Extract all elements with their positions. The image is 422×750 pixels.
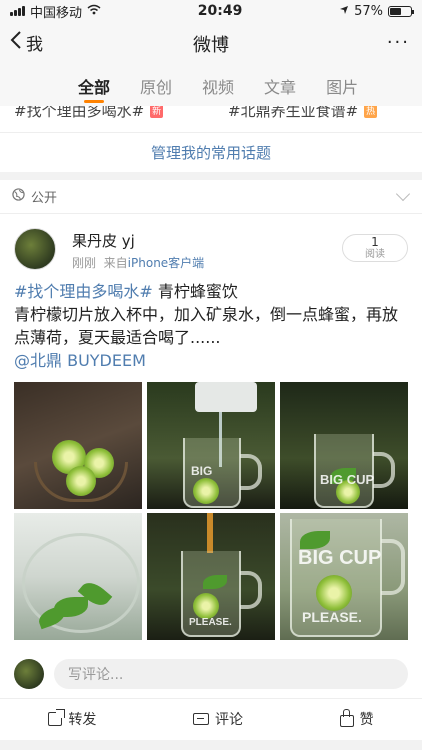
more-button[interactable]: ··· bbox=[387, 32, 410, 53]
location-icon bbox=[339, 4, 349, 19]
tab-video[interactable]: 视频 bbox=[202, 66, 234, 106]
topic-chip-label: #找个理由多喝水# bbox=[14, 106, 145, 120]
post-time: 刚刚 bbox=[72, 256, 97, 270]
tab-images[interactable]: 图片 bbox=[326, 66, 358, 106]
post-body: 青柠檬切片放入杯中，加入矿泉水，倒一点蜂蜜，再放点薄荷，夏天最适合喝了.....… bbox=[14, 305, 399, 347]
topic-strip: #找个理由多喝水# 新 #北鼎养生业食谱# 热 bbox=[0, 106, 422, 132]
action-bar: 转发 评论 赞 bbox=[0, 698, 422, 738]
nav-bar: 我 微博 ··· bbox=[0, 22, 422, 66]
status-bar: 中国移动 20:49 57% bbox=[0, 0, 422, 22]
page-title: 微博 bbox=[193, 35, 229, 56]
photo-honey-drizzle[interactable]: PLEASE. bbox=[147, 513, 275, 640]
carrier-label: 中国移动 bbox=[30, 5, 83, 21]
photo-glass-mint[interactable]: BIG CUP bbox=[280, 382, 408, 509]
wifi-icon bbox=[87, 4, 101, 19]
mention-link[interactable]: @北鼎 BUYDEEM bbox=[14, 351, 146, 370]
chevron-left-icon bbox=[10, 30, 22, 55]
comment-input[interactable]: 写评论... bbox=[54, 659, 408, 689]
back-button[interactable]: 我 bbox=[10, 30, 43, 55]
photo-mint-closeup[interactable] bbox=[14, 513, 142, 640]
back-label: 我 bbox=[26, 35, 43, 55]
chevron-down-icon[interactable] bbox=[395, 186, 411, 202]
post-text: #找个理由多喝水# 青柠蜂蜜饮 青柠檬切片放入杯中，加入矿泉水，倒一点蜂蜜，再放… bbox=[0, 280, 422, 372]
share-button[interactable]: 转发 bbox=[48, 708, 97, 729]
author-name[interactable]: 果丹皮 yj bbox=[72, 230, 135, 251]
feed-tabs: 全部 原创 视频 文章 图片 bbox=[0, 66, 422, 106]
thumbs-up-icon bbox=[339, 708, 354, 727]
post-header: 果丹皮 yj 刚刚 来自iPhone客户端 1 阅读 bbox=[0, 214, 422, 276]
topic-chip[interactable]: #找个理由多喝水# 新 bbox=[14, 106, 164, 121]
share-label: 转发 bbox=[68, 711, 97, 728]
photo-big-cup[interactable]: BIG CUP PLEASE. bbox=[280, 513, 408, 640]
post-topic-link[interactable]: #找个理由多喝水# bbox=[14, 282, 153, 301]
clock: 20:49 bbox=[197, 3, 243, 19]
new-badge: 新 bbox=[150, 106, 164, 118]
image-grid: BIG BIG CUP PLEASE. BIG CUP PLEASE. bbox=[14, 382, 408, 640]
battery-icon bbox=[388, 5, 414, 17]
topic-chip-label: #北鼎养生业食谱# bbox=[228, 106, 359, 120]
signal-icon bbox=[10, 6, 25, 16]
post-meta: 刚刚 来自iPhone客户端 bbox=[72, 254, 204, 271]
avatar bbox=[14, 659, 44, 689]
source-prefix: 来自 bbox=[103, 256, 128, 270]
battery-percent: 57% bbox=[354, 3, 383, 19]
globe-icon bbox=[12, 188, 25, 205]
avatar[interactable] bbox=[14, 228, 56, 270]
comment-button[interactable]: 评论 bbox=[192, 709, 243, 729]
post-title: 青柠蜂蜜饮 bbox=[152, 282, 238, 301]
comment-bar: 写评论... bbox=[0, 652, 422, 696]
photo-pouring-water[interactable]: BIG bbox=[147, 382, 275, 509]
photo-limes-bowl[interactable] bbox=[14, 382, 142, 509]
post-source[interactable]: iPhone客户端 bbox=[128, 256, 205, 270]
read-label: 阅读 bbox=[365, 249, 385, 260]
like-label: 赞 bbox=[359, 711, 374, 728]
comment-label: 评论 bbox=[214, 711, 243, 728]
hot-badge: 热 bbox=[364, 106, 378, 118]
tab-article[interactable]: 文章 bbox=[264, 66, 296, 106]
topic-chip[interactable]: #北鼎养生业食谱# 热 bbox=[228, 106, 378, 121]
read-count: 1 bbox=[371, 235, 379, 249]
comment-icon bbox=[192, 712, 209, 725]
tab-original[interactable]: 原创 bbox=[140, 66, 172, 106]
read-count-pill: 1 阅读 bbox=[342, 234, 408, 262]
share-icon bbox=[48, 708, 66, 726]
like-button[interactable]: 赞 bbox=[339, 708, 374, 729]
tab-all[interactable]: 全部 bbox=[78, 66, 110, 106]
post-card: 公开 果丹皮 yj 刚刚 来自iPhone客户端 1 阅读 #找个理由多喝水# … bbox=[0, 180, 422, 740]
visibility-row[interactable]: 公开 bbox=[0, 180, 422, 214]
visibility-label: 公开 bbox=[31, 191, 58, 206]
manage-topics-link[interactable]: 管理我的常用话题 bbox=[0, 132, 422, 172]
